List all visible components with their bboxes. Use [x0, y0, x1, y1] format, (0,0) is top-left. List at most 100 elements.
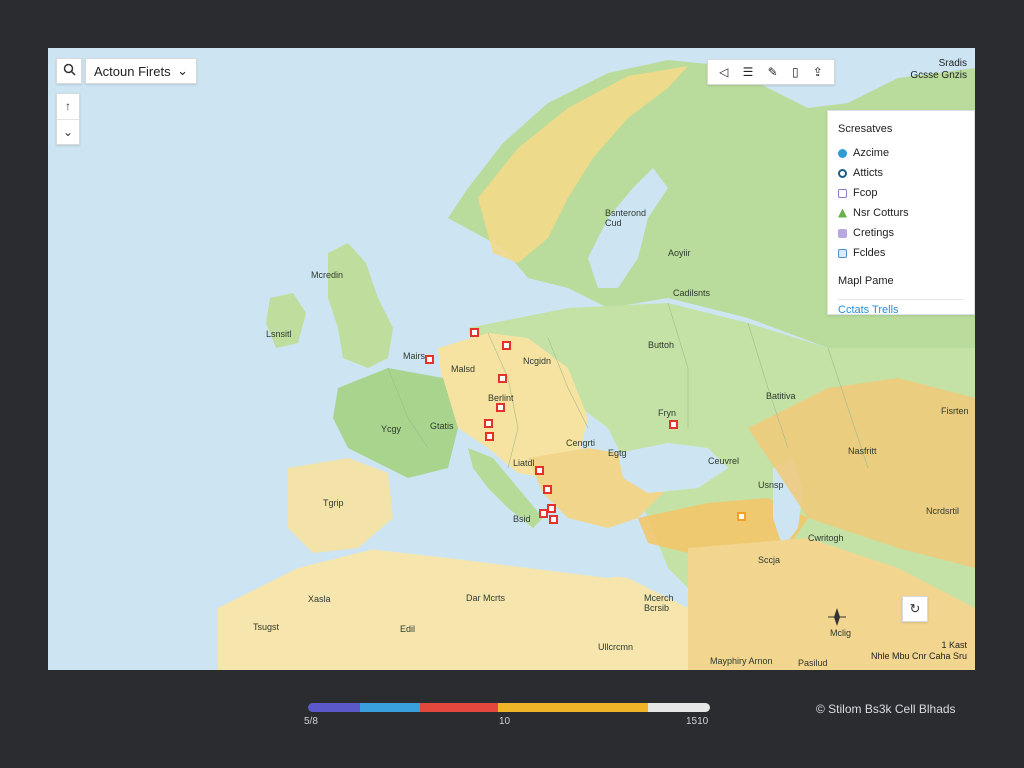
map-canvas[interactable]: Actoun Firets ⌄ ↑ ⌄ ◁ ☰ ✎ ▯ ⇪ Sradis Gcs… [48, 48, 975, 670]
legend-swatch [498, 703, 648, 712]
map-label: Nasfritt [848, 446, 877, 456]
map-label: Mayphiry Arnon [710, 656, 773, 666]
map-label: Usnsp [758, 480, 784, 490]
share-icon[interactable]: ⇪ [813, 65, 823, 79]
tree-icon [838, 208, 847, 218]
measure-icon[interactable]: ◁ [719, 65, 728, 79]
map-marker[interactable] [484, 419, 493, 428]
map-marker[interactable] [669, 420, 678, 429]
layer-item-label: Fcop [853, 187, 878, 199]
map-marker[interactable] [496, 403, 505, 412]
map-marker[interactable] [737, 512, 746, 521]
layer-item-azcime[interactable]: Azcime [838, 143, 964, 163]
map-label: Cengrti [566, 438, 596, 448]
map-marker[interactable] [485, 432, 494, 441]
map-label: Ncgidn [523, 356, 552, 366]
legend-swatch [648, 703, 710, 712]
map-marker[interactable] [535, 466, 544, 475]
layer-item-label: Atticts [853, 167, 883, 179]
ring-icon [838, 168, 847, 178]
scale-label: 1 Kast [941, 640, 967, 650]
map-marker[interactable] [425, 355, 434, 364]
layer-item-cretings[interactable]: Cretings [838, 223, 964, 243]
map-label: Lsnsitl [266, 329, 292, 339]
legend-min-label: 5/8 [304, 716, 318, 727]
locate-button[interactable]: ↻ [902, 596, 928, 622]
map-label: Mclig [830, 628, 852, 638]
map-marker[interactable] [543, 485, 552, 494]
panel-link[interactable]: Cctats Trells [838, 304, 964, 322]
coordinate-readout: Sradis Gcsse Gnzis [910, 58, 967, 82]
zoom-control: ↑ ⌄ [56, 93, 80, 145]
folder-icon [838, 248, 847, 258]
locate-icon: ↻ [909, 601, 921, 616]
grid-icon [838, 228, 847, 238]
panel-header: Scresatves [838, 123, 893, 135]
map-marker[interactable] [502, 341, 511, 350]
map-marker[interactable] [498, 374, 507, 383]
search-icon [63, 63, 76, 79]
map-label: Egtg [608, 448, 627, 458]
map-label: Ceuvrel [708, 456, 740, 466]
legend-swatch [308, 703, 360, 712]
map-label: Buttoh [648, 340, 675, 350]
legend-swatch [360, 703, 420, 712]
map-label: Ncrdsrtil [926, 506, 959, 516]
zoom-out-button[interactable]: ⌄ [57, 120, 79, 145]
map-label: Cadilsnts [673, 288, 711, 298]
map-marker[interactable] [470, 328, 479, 337]
layers-icon[interactable]: ☰ [743, 65, 754, 79]
map-label: Berlint [488, 393, 514, 403]
map-label: Mcredin [311, 270, 344, 280]
layer-item-label: Nsr Cotturs [853, 207, 909, 219]
coordinate-line-1: Sradis [938, 58, 967, 69]
map-label: Batitiva [766, 391, 796, 401]
map-label: Bsid [513, 514, 531, 524]
coordinate-line-2: Gcsse Gnzis [910, 70, 967, 81]
layer-item-fcldes[interactable]: Fcldes [838, 243, 964, 263]
map-label: Pasilud [798, 658, 828, 668]
layers-panel: Scresatves Azcime Atticts Fcop Nsr Cottu… [827, 110, 975, 316]
bookmark-icon[interactable]: ▯ [792, 65, 799, 79]
layer-item-label: Fcldes [853, 247, 886, 259]
zoom-in-button[interactable]: ↑ [57, 94, 79, 120]
legend-color-bar [308, 703, 710, 712]
map-label: Dar Mcrts [466, 593, 505, 603]
map-label: Xasla [308, 594, 331, 604]
legend-max-label: 1510 [686, 716, 709, 727]
map-label: Ycgy [381, 424, 402, 434]
draw-icon[interactable]: ✎ [768, 65, 778, 79]
attribution[interactable]: © Stilom Bs3k Cell Blhads [816, 702, 956, 716]
layer-select[interactable]: Actoun Firets ⌄ [85, 58, 197, 84]
map-label: Malsd [451, 364, 476, 374]
map-label: Fisrten [941, 406, 969, 416]
map-label: Gtatis [430, 421, 454, 431]
legend-swatch [420, 703, 498, 712]
chevron-down-icon: ⌄ [177, 63, 188, 78]
map-label: Edil [400, 624, 416, 634]
map-marker[interactable] [549, 515, 558, 524]
scale-subtext: Nhle Mbu Cnr Caha Sru [870, 651, 967, 661]
layer-item-label: Azcime [853, 147, 890, 159]
map-label: Ullcrcmn [598, 642, 633, 652]
square-icon [838, 188, 847, 198]
map-label: Tsugst [253, 622, 280, 632]
map-marker[interactable] [539, 509, 548, 518]
layer-item-atticts[interactable]: Atticts [838, 163, 964, 183]
panel-divider [838, 299, 964, 300]
scale-bar: 1 Kast Nhle Mbu Cnr Caha Sru [871, 640, 967, 662]
layer-item-fcop[interactable]: Fcop [838, 183, 964, 203]
map-label: Sccja [758, 555, 781, 565]
search-button[interactable] [56, 58, 82, 84]
map-label: Bsnterond Cud [605, 208, 647, 228]
dot-icon [838, 148, 847, 158]
map-label: Liatdl [513, 458, 535, 468]
map-label: Tgrip [323, 498, 344, 508]
map-marker[interactable] [547, 504, 556, 513]
layer-item-label: Cretings [853, 227, 894, 239]
layer-item-nsr-cotturs[interactable]: Nsr Cotturs [838, 203, 964, 223]
map-label: Aoyiir [668, 248, 691, 258]
map-pane-label: Mapl Pame [838, 275, 894, 287]
map-label: Fryn [658, 408, 676, 418]
map-label: Mcerch Bcrsib [644, 593, 674, 613]
